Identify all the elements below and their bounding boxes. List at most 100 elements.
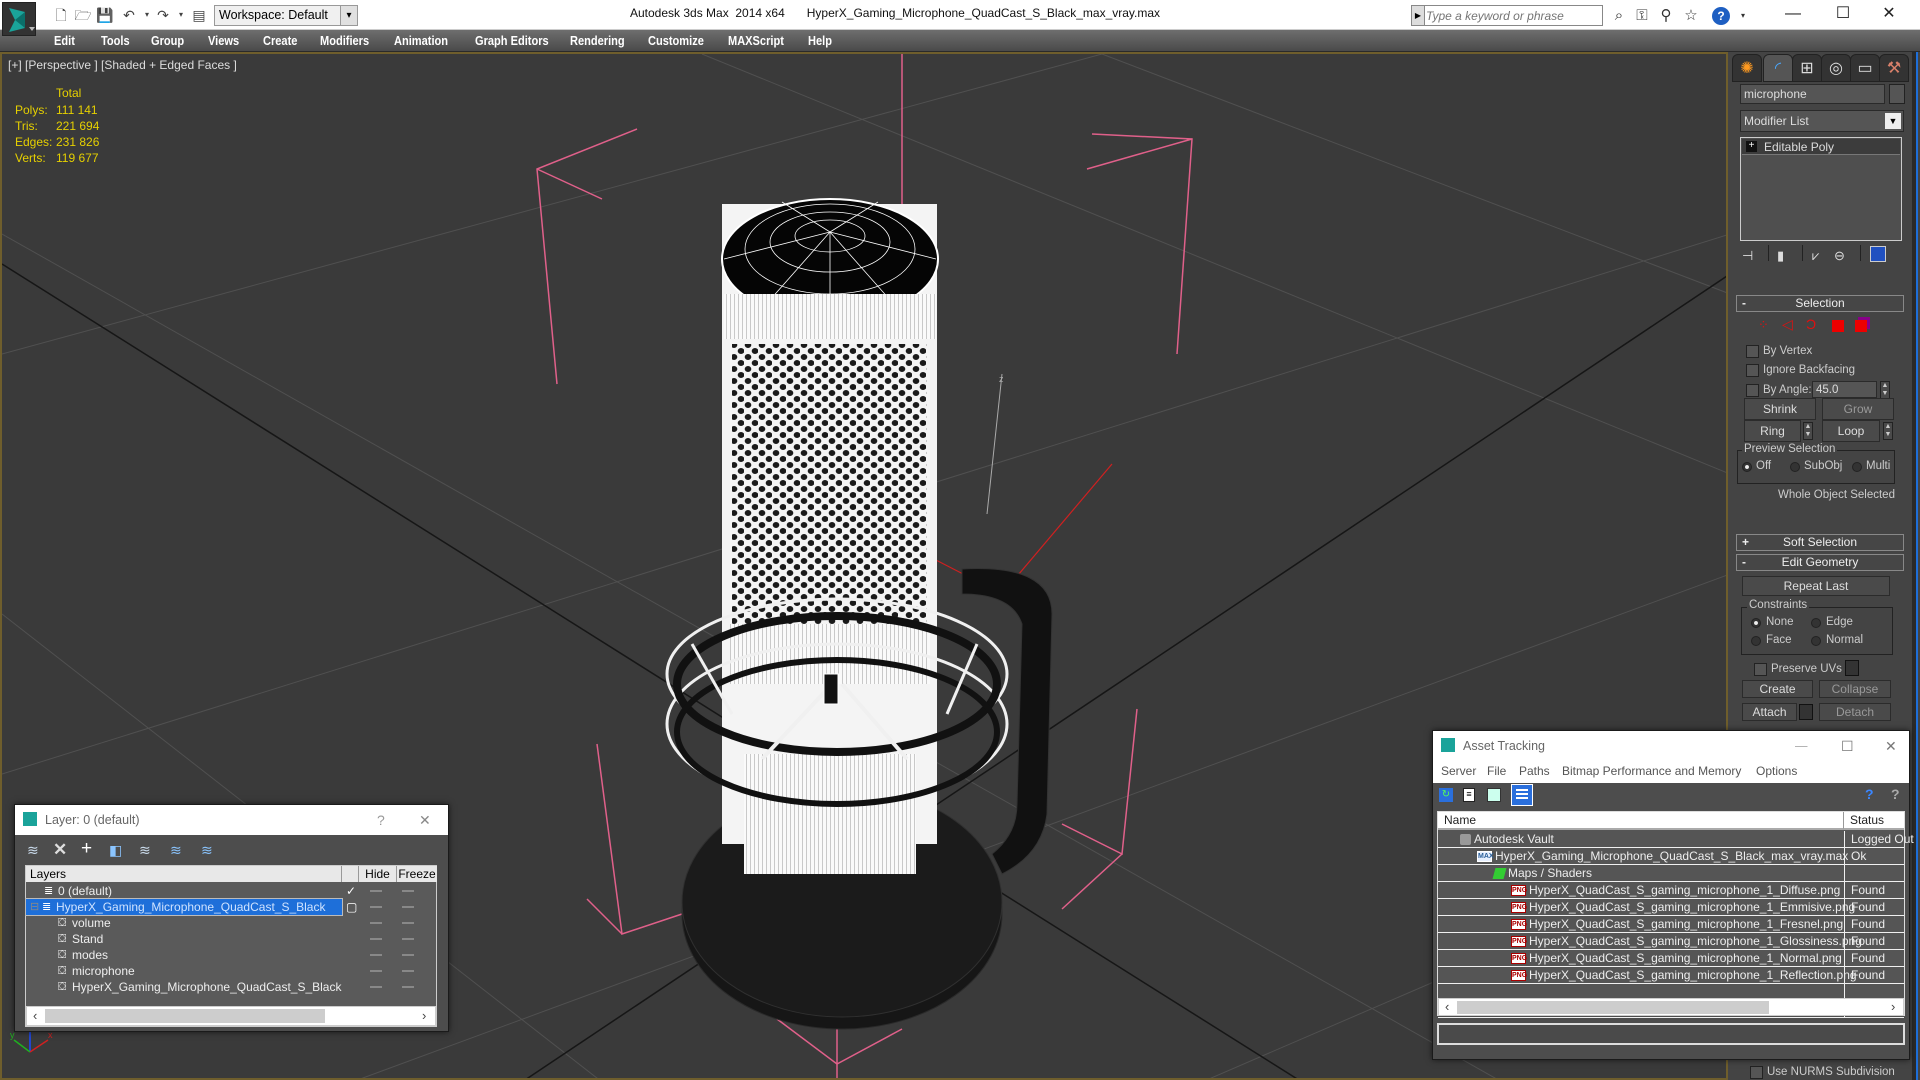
- scrollbar-thumb[interactable]: [45, 1009, 325, 1023]
- scroll-right-icon[interactable]: ›: [422, 1008, 426, 1023]
- search-input[interactable]: [1426, 7, 1601, 24]
- ring-button[interactable]: Ring: [1744, 420, 1801, 442]
- freeze-toggle[interactable]: [402, 906, 414, 908]
- scroll-left-icon[interactable]: ‹: [33, 1008, 37, 1023]
- freeze-column-header[interactable]: Freeze: [397, 866, 437, 882]
- use-nurms-checkbox[interactable]: [1750, 1066, 1763, 1079]
- search-expand-icon[interactable]: ▶: [1411, 5, 1425, 26]
- modifier-list-dropdown[interactable]: Modifier List: [1740, 110, 1904, 132]
- asset-row[interactable]: PNG HyperX_QuadCast_S_gaming_microphone_1…: [1438, 899, 1904, 916]
- maximize-button[interactable]: ☐: [1820, 0, 1866, 30]
- asset-row[interactable]: PNG HyperX_QuadCast_S_gaming_microphone_1…: [1438, 933, 1904, 950]
- hide-toggle[interactable]: [370, 906, 382, 908]
- menu-paths[interactable]: Paths: [1519, 761, 1550, 781]
- create-tab[interactable]: ✺: [1732, 54, 1762, 82]
- refresh-icon[interactable]: ↻: [1439, 788, 1453, 802]
- tree-view-icon[interactable]: [1487, 788, 1501, 802]
- modifier-list-caret-icon[interactable]: ▼: [1885, 113, 1901, 129]
- layer-object-row[interactable]: ⛋ volume: [26, 915, 436, 931]
- maximize-button[interactable]: ☐: [1841, 731, 1854, 761]
- redo-dropdown-icon[interactable]: ▾: [172, 6, 190, 24]
- menu-tools[interactable]: Tools: [101, 30, 130, 52]
- workspace-caret-icon[interactable]: ▾: [340, 5, 358, 26]
- table-view-icon[interactable]: [1511, 784, 1533, 806]
- scroll-right-icon[interactable]: ›: [1891, 999, 1895, 1014]
- ignore-backfacing-checkbox[interactable]: [1746, 364, 1759, 377]
- menu-maxscript[interactable]: MAXScript: [728, 30, 784, 52]
- delete-layer-icon[interactable]: ✕: [53, 840, 67, 860]
- menu-edit[interactable]: Edit: [54, 30, 75, 52]
- preview-multi-radio[interactable]: [1852, 462, 1862, 472]
- menu-server[interactable]: Server: [1441, 761, 1476, 781]
- menu-create[interactable]: Create: [263, 30, 297, 52]
- by-angle-spinner[interactable]: ▲ ▼: [1880, 381, 1890, 399]
- open-file-icon[interactable]: 🗁: [74, 6, 92, 24]
- layer-name-cell[interactable]: ⛋ Stand: [26, 931, 342, 947]
- menu-rendering[interactable]: Rendering: [570, 30, 625, 52]
- key-icon[interactable]: ⚿: [1631, 6, 1653, 26]
- display-tab[interactable]: ▭: [1850, 54, 1880, 82]
- modify-tab[interactable]: ◜: [1763, 54, 1793, 82]
- by-vertex-checkbox[interactable]: [1746, 345, 1759, 358]
- preview-off-radio[interactable]: [1742, 462, 1752, 472]
- object-color-swatch[interactable]: [1889, 84, 1905, 104]
- configure-modifier-sets-icon[interactable]: [1870, 246, 1886, 262]
- grow-button[interactable]: Grow: [1822, 398, 1894, 420]
- binoculars-icon[interactable]: ⌕: [1608, 6, 1630, 26]
- hierarchy-tab[interactable]: ⊞: [1792, 54, 1822, 82]
- menu-animation[interactable]: Animation: [394, 30, 448, 52]
- close-button[interactable]: ✕: [1885, 731, 1897, 761]
- new-file-icon[interactable]: 🗋: [52, 6, 70, 24]
- workspace-dropdown[interactable]: Workspace: Default: [214, 5, 344, 26]
- freeze-all-icon[interactable]: ≋: [201, 842, 213, 859]
- preview-subobj-radio[interactable]: [1790, 462, 1800, 472]
- object-name-input[interactable]: [1740, 84, 1885, 104]
- menu-group[interactable]: Group: [151, 30, 184, 52]
- shrink-button[interactable]: Shrink: [1744, 398, 1816, 420]
- loop-button[interactable]: Loop: [1822, 420, 1880, 442]
- layer-object-row[interactable]: ⛋ microphone: [26, 963, 436, 979]
- layer-row[interactable]: ≣ 0 (default) ✓: [26, 883, 436, 899]
- highlight-layer-icon[interactable]: ≋: [139, 842, 151, 859]
- hide-toggle[interactable]: [370, 938, 382, 940]
- constraint-none-radio[interactable]: [1751, 618, 1761, 628]
- motion-tab[interactable]: ◎: [1821, 54, 1851, 82]
- offline-help-icon[interactable]: ?: [1891, 786, 1900, 802]
- select-objects-icon[interactable]: ◧: [109, 842, 122, 859]
- scrollbar-thumb[interactable]: [1457, 1001, 1769, 1014]
- layer-object-row[interactable]: ⛋ HyperX_Gaming_Microphone_QuadCast_S_Bla…: [26, 979, 436, 995]
- star-icon[interactable]: ☆: [1680, 6, 1702, 26]
- add-to-layer-icon[interactable]: +: [81, 838, 92, 860]
- scroll-left-icon[interactable]: ‹: [1445, 999, 1449, 1014]
- menu-customize[interactable]: Customize: [648, 30, 704, 52]
- loop-spinner[interactable]: ▲ ▼: [1883, 422, 1893, 440]
- utilities-tab[interactable]: ⚒: [1879, 54, 1909, 82]
- modifier-stack-item[interactable]: + Editable Poly: [1742, 139, 1900, 155]
- by-angle-checkbox[interactable]: [1746, 384, 1759, 397]
- selection-rollout-header[interactable]: - Selection: [1736, 295, 1904, 312]
- edit-geometry-rollout-header[interactable]: - Edit Geometry: [1736, 554, 1904, 571]
- asset-row[interactable]: Maps / Shaders: [1438, 865, 1904, 882]
- constraint-face-radio[interactable]: [1751, 636, 1761, 646]
- online-help-icon[interactable]: ?: [1865, 786, 1874, 802]
- layer-dialog-titlebar[interactable]: Layer: 0 (default) ? ✕: [15, 805, 448, 835]
- help-dropdown-icon[interactable]: ▾: [1732, 6, 1754, 26]
- hide-toggle[interactable]: [370, 922, 382, 924]
- collapse-button[interactable]: Collapse: [1819, 680, 1891, 698]
- menu-bitmap-performance[interactable]: Bitmap Performance and Memory: [1562, 761, 1741, 781]
- attach-button[interactable]: Attach: [1742, 703, 1797, 721]
- asset-tracking-titlebar[interactable]: Asset Tracking — ☐ ✕: [1433, 731, 1909, 761]
- layer-name-cell[interactable]: ⛋ modes: [26, 947, 342, 963]
- minimize-button[interactable]: —: [1770, 0, 1816, 30]
- help-button[interactable]: ?: [377, 805, 385, 835]
- hide-all-icon[interactable]: ≋: [170, 842, 182, 859]
- layer-object-row[interactable]: ⛋ modes: [26, 947, 436, 963]
- make-unique-icon[interactable]: ⩗: [1812, 248, 1819, 264]
- freeze-toggle[interactable]: [402, 954, 414, 956]
- app-menu-button[interactable]: [2, 2, 36, 36]
- freeze-toggle[interactable]: [402, 986, 414, 988]
- redo-icon[interactable]: ↷: [154, 6, 172, 24]
- expand-icon[interactable]: +: [1746, 141, 1757, 152]
- asset-row[interactable]: PNG HyperX_QuadCast_S_gaming_microphone_1…: [1438, 916, 1904, 933]
- save-file-icon[interactable]: 💾: [96, 6, 114, 24]
